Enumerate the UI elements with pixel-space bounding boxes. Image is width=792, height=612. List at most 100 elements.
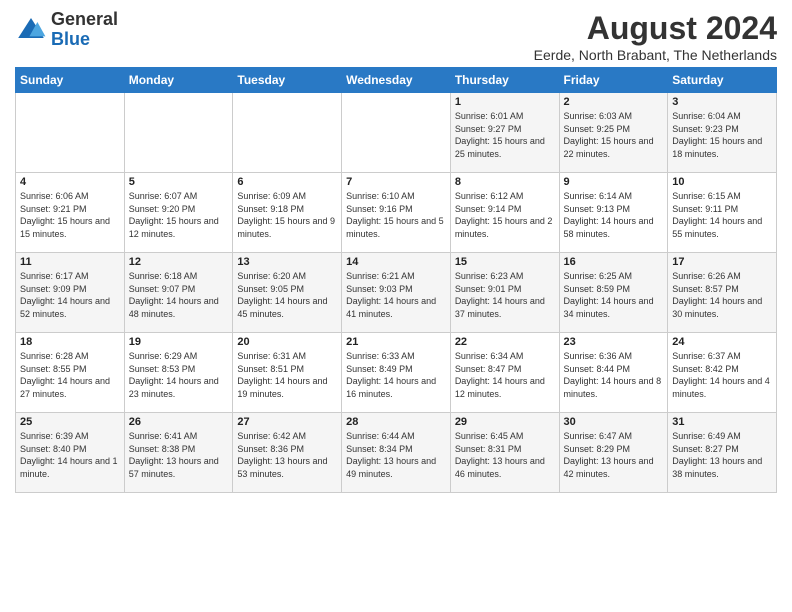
day-info: Sunrise: 6:09 AMSunset: 9:18 PMDaylight:…: [237, 190, 337, 240]
header: General Blue August 2024 Eerde, North Br…: [15, 10, 777, 63]
day-info: Sunrise: 6:36 AMSunset: 8:44 PMDaylight:…: [564, 350, 664, 400]
day-number: 12: [129, 256, 229, 268]
day-number: 3: [672, 96, 772, 108]
day-number: 25: [20, 416, 120, 428]
day-cell: 11 Sunrise: 6:17 AMSunset: 9:09 PMDayligh…: [16, 253, 125, 333]
day-cell: [233, 93, 342, 173]
week-row: 1 Sunrise: 6:01 AMSunset: 9:27 PMDaylight…: [16, 93, 777, 173]
day-info: Sunrise: 6:44 AMSunset: 8:34 PMDaylight:…: [346, 430, 446, 480]
day-number: 4: [20, 176, 120, 188]
day-number: 29: [455, 416, 555, 428]
day-number: 26: [129, 416, 229, 428]
day-number: 20: [237, 336, 337, 348]
day-info: Sunrise: 6:21 AMSunset: 9:03 PMDaylight:…: [346, 270, 446, 320]
day-header: Friday: [559, 68, 668, 93]
day-number: 15: [455, 256, 555, 268]
day-info: Sunrise: 6:37 AMSunset: 8:42 PMDaylight:…: [672, 350, 772, 400]
day-number: 23: [564, 336, 664, 348]
day-cell: 29 Sunrise: 6:45 AMSunset: 8:31 PMDayligh…: [450, 413, 559, 493]
day-cell: [124, 93, 233, 173]
day-info: Sunrise: 6:01 AMSunset: 9:27 PMDaylight:…: [455, 110, 555, 160]
day-number: 5: [129, 176, 229, 188]
calendar-container: General Blue August 2024 Eerde, North Br…: [0, 0, 792, 501]
day-info: Sunrise: 6:03 AMSunset: 9:25 PMDaylight:…: [564, 110, 664, 160]
logo-text: General Blue: [51, 10, 118, 50]
day-cell: 6 Sunrise: 6:09 AMSunset: 9:18 PMDaylight…: [233, 173, 342, 253]
week-row: 25Sunrise: 6:39 AMSunset: 8:40 PMDayligh…: [16, 413, 777, 493]
day-number: 21: [346, 336, 446, 348]
day-number: 13: [237, 256, 337, 268]
day-number: 14: [346, 256, 446, 268]
day-info: Sunrise: 6:04 AMSunset: 9:23 PMDaylight:…: [672, 110, 772, 160]
day-info: Sunrise: 6:45 AMSunset: 8:31 PMDaylight:…: [455, 430, 555, 480]
day-info: Sunrise: 6:18 AMSunset: 9:07 PMDaylight:…: [129, 270, 229, 320]
day-number: 30: [564, 416, 664, 428]
day-info: Sunrise: 6:26 AMSunset: 8:57 PMDaylight:…: [672, 270, 772, 320]
day-info: Sunrise: 6:33 AMSunset: 8:49 PMDaylight:…: [346, 350, 446, 400]
day-info: Sunrise: 6:14 AMSunset: 9:13 PMDaylight:…: [564, 190, 664, 240]
day-info: Sunrise: 6:10 AMSunset: 9:16 PMDaylight:…: [346, 190, 446, 240]
day-number: 22: [455, 336, 555, 348]
day-info: Sunrise: 6:47 AMSunset: 8:29 PMDaylight:…: [564, 430, 664, 480]
day-cell: 17 Sunrise: 6:26 AMSunset: 8:57 PMDayligh…: [668, 253, 777, 333]
day-info: Sunrise: 6:29 AMSunset: 8:53 PMDaylight:…: [129, 350, 229, 400]
day-number: 24: [672, 336, 772, 348]
day-info: Sunrise: 6:15 AMSunset: 9:11 PMDaylight:…: [672, 190, 772, 240]
day-cell: 18Sunrise: 6:28 AMSunset: 8:55 PMDayligh…: [16, 333, 125, 413]
day-info: Sunrise: 6:23 AMSunset: 9:01 PMDaylight:…: [455, 270, 555, 320]
day-number: 16: [564, 256, 664, 268]
day-info: Sunrise: 6:17 AMSunset: 9:09 PMDaylight:…: [20, 270, 120, 320]
day-number: 6: [237, 176, 337, 188]
day-header: Wednesday: [342, 68, 451, 93]
day-cell: 23 Sunrise: 6:36 AMSunset: 8:44 PMDayligh…: [559, 333, 668, 413]
day-info: Sunrise: 6:06 AMSunset: 9:21 PMDaylight:…: [20, 190, 120, 240]
day-cell: 7 Sunrise: 6:10 AMSunset: 9:16 PMDaylight…: [342, 173, 451, 253]
day-header: Sunday: [16, 68, 125, 93]
day-cell: 15 Sunrise: 6:23 AMSunset: 9:01 PMDayligh…: [450, 253, 559, 333]
day-header: Saturday: [668, 68, 777, 93]
day-number: 7: [346, 176, 446, 188]
day-info: Sunrise: 6:49 AMSunset: 8:27 PMDaylight:…: [672, 430, 772, 480]
day-number: 27: [237, 416, 337, 428]
day-cell: 24 Sunrise: 6:37 AMSunset: 8:42 PMDayligh…: [668, 333, 777, 413]
calendar-table: SundayMondayTuesdayWednesdayThursdayFrid…: [15, 67, 777, 493]
day-cell: 27Sunrise: 6:42 AMSunset: 8:36 PMDayligh…: [233, 413, 342, 493]
day-cell: 25Sunrise: 6:39 AMSunset: 8:40 PMDayligh…: [16, 413, 125, 493]
day-cell: 26 Sunrise: 6:41 AMSunset: 8:38 PMDayligh…: [124, 413, 233, 493]
day-cell: 10 Sunrise: 6:15 AMSunset: 9:11 PMDayligh…: [668, 173, 777, 253]
day-cell: 14 Sunrise: 6:21 AMSunset: 9:03 PMDayligh…: [342, 253, 451, 333]
day-number: 11: [20, 256, 120, 268]
day-number: 19: [129, 336, 229, 348]
header-row: SundayMondayTuesdayWednesdayThursdayFrid…: [16, 68, 777, 93]
day-cell: [342, 93, 451, 173]
day-cell: 3 Sunrise: 6:04 AMSunset: 9:23 PMDaylight…: [668, 93, 777, 173]
location: Eerde, North Brabant, The Netherlands: [534, 47, 777, 63]
day-number: 10: [672, 176, 772, 188]
day-cell: 13 Sunrise: 6:20 AMSunset: 9:05 PMDayligh…: [233, 253, 342, 333]
day-cell: 19 Sunrise: 6:29 AMSunset: 8:53 PMDayligh…: [124, 333, 233, 413]
day-cell: 31 Sunrise: 6:49 AMSunset: 8:27 PMDayligh…: [668, 413, 777, 493]
day-info: Sunrise: 6:07 AMSunset: 9:20 PMDaylight:…: [129, 190, 229, 240]
day-cell: 20Sunrise: 6:31 AMSunset: 8:51 PMDayligh…: [233, 333, 342, 413]
day-info: Sunrise: 6:12 AMSunset: 9:14 PMDaylight:…: [455, 190, 555, 240]
day-cell: 12 Sunrise: 6:18 AMSunset: 9:07 PMDayligh…: [124, 253, 233, 333]
month-year: August 2024: [534, 10, 777, 47]
day-number: 2: [564, 96, 664, 108]
day-header: Tuesday: [233, 68, 342, 93]
day-info: Sunrise: 6:28 AMSunset: 8:55 PMDaylight:…: [20, 350, 120, 400]
day-info: Sunrise: 6:41 AMSunset: 8:38 PMDaylight:…: [129, 430, 229, 480]
day-cell: 5 Sunrise: 6:07 AMSunset: 9:20 PMDaylight…: [124, 173, 233, 253]
day-cell: 8Sunrise: 6:12 AMSunset: 9:14 PMDaylight…: [450, 173, 559, 253]
day-info: Sunrise: 6:20 AMSunset: 9:05 PMDaylight:…: [237, 270, 337, 320]
day-number: 9: [564, 176, 664, 188]
day-number: 17: [672, 256, 772, 268]
day-cell: 4 Sunrise: 6:06 AMSunset: 9:21 PMDaylight…: [16, 173, 125, 253]
day-number: 1: [455, 96, 555, 108]
day-cell: 28 Sunrise: 6:44 AMSunset: 8:34 PMDayligh…: [342, 413, 451, 493]
day-info: Sunrise: 6:34 AMSunset: 8:47 PMDaylight:…: [455, 350, 555, 400]
day-info: Sunrise: 6:25 AMSunset: 8:59 PMDaylight:…: [564, 270, 664, 320]
day-number: 28: [346, 416, 446, 428]
day-cell: 9 Sunrise: 6:14 AMSunset: 9:13 PMDaylight…: [559, 173, 668, 253]
day-cell: 2 Sunrise: 6:03 AMSunset: 9:25 PMDaylight…: [559, 93, 668, 173]
day-number: 31: [672, 416, 772, 428]
